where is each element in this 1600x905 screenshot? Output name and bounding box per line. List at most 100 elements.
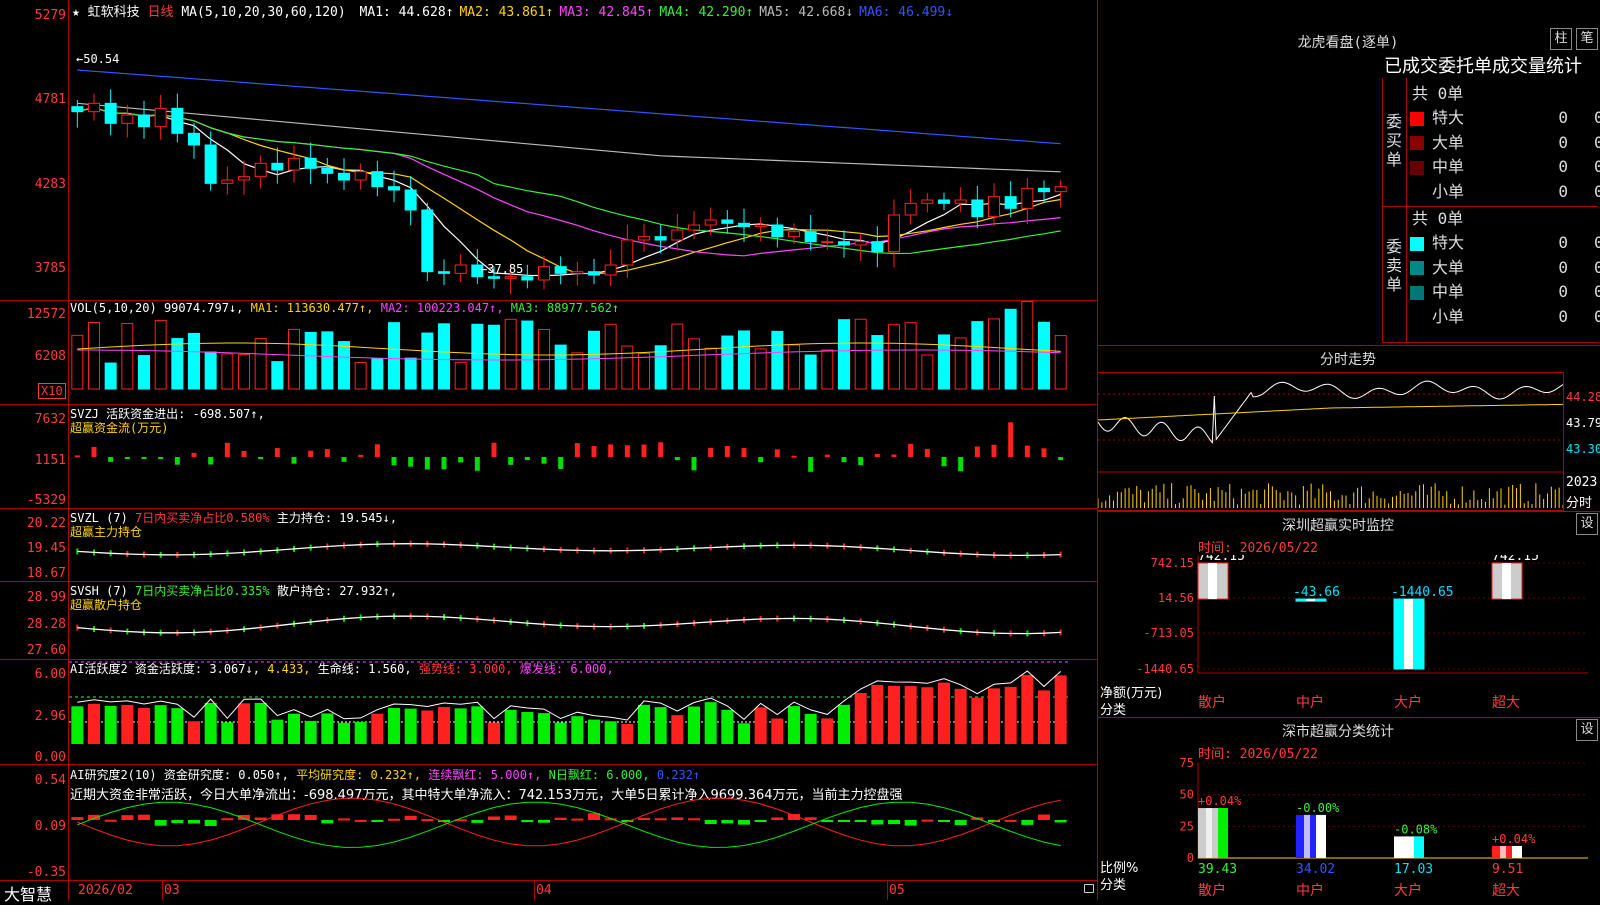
volume-bar: [604, 323, 617, 390]
intraday-box: [1098, 372, 1564, 511]
ai-active-bar: [471, 706, 484, 744]
ai-research-ytick: 0.54: [34, 773, 66, 788]
longhu-row: 大单 0 0%: [1410, 254, 1600, 278]
svzj-bar: [274, 448, 280, 457]
longhu-row: 中单 0 0%: [1410, 278, 1600, 302]
vol-ytick: 12572: [26, 307, 66, 322]
svzj-ytick: 1151: [34, 453, 66, 468]
monitor-bar-chart[interactable]: 742.15 14.56 -713.05 -1440.65 742.15 散户 -43.66…: [1098, 555, 1600, 715]
bar-mode-button[interactable]: 柱: [1550, 28, 1572, 50]
longhu-header: 已成交委托单成交量统计: [1384, 56, 1582, 77]
svzj-bar: [224, 442, 230, 457]
monitor-bar-highlight: [1502, 563, 1511, 600]
volume-bar: [454, 361, 467, 390]
candle-body: [688, 224, 700, 231]
svzj-bar-chart[interactable]: [69, 405, 1097, 508]
sell-side-label: 委卖单: [1386, 237, 1403, 294]
ai-research-bar: [338, 818, 350, 821]
svzj-bar: [1024, 445, 1030, 457]
ai-research-bar: [721, 820, 734, 824]
candle-body: [904, 202, 917, 216]
candle-body: [388, 186, 400, 191]
svzj-bar: [341, 457, 347, 462]
intraday-vol-sub: 分时: [1566, 496, 1593, 511]
classify-value-label: 34.02: [1296, 862, 1335, 877]
candle-body: [621, 239, 634, 266]
ai-active-bar-chart[interactable]: [69, 660, 1097, 764]
monitor-settings-button[interactable]: 设: [1576, 513, 1598, 535]
svzj-bar: [891, 454, 897, 457]
svzj-bar: [541, 457, 547, 464]
candle-body: [204, 144, 217, 184]
longhu-total: 共 0单: [1412, 84, 1464, 103]
candle-body: [521, 276, 534, 281]
ai-active-bar: [154, 705, 167, 744]
svzj-bar: [608, 444, 614, 457]
lock-icon: [1084, 884, 1094, 893]
longhu-row-count: 0: [1558, 306, 1568, 326]
price-candlestick-chart[interactable]: [69, 0, 1097, 300]
candle-body: [138, 114, 150, 128]
longhu-row-pct: 0%: [1594, 181, 1600, 201]
svzj-bar: [91, 446, 97, 457]
price-ytick: 4781: [34, 92, 66, 107]
longhu-row-count: 0: [1558, 233, 1568, 252]
ai-research-chart[interactable]: [69, 766, 1097, 880]
svsh-ytick: 28.99: [26, 590, 66, 605]
ai-research-ytick: -0.35: [26, 865, 66, 880]
monitor-title: 深圳超赢实时监控: [1282, 518, 1394, 534]
volume-chart[interactable]: [69, 301, 1097, 404]
candle-body: [754, 224, 767, 228]
ai-research-bar: [838, 820, 850, 822]
ai-research-bar: [421, 819, 434, 822]
volume-bar: [354, 362, 367, 390]
ai-active-bar: [1004, 686, 1017, 744]
monitor-category: 大户: [1394, 694, 1422, 711]
volume-bar: [988, 318, 1000, 390]
ai-research-bar: [254, 817, 267, 820]
classify-bar-chart[interactable]: 75 50 25 0 +0.04% 39.43 散户 -0.00% 34.02 中户 -0.08% 1…: [1098, 755, 1600, 900]
volume-bar: [921, 354, 934, 390]
ai-active-bar: [771, 718, 784, 744]
volume-bar: [1021, 301, 1034, 390]
longhu-row: 特大 0 0%: [1410, 104, 1600, 128]
candle-body: [738, 222, 750, 228]
candle-body: [604, 264, 617, 276]
ai-active-bar: [138, 708, 150, 744]
ai-active-bar: [254, 702, 267, 744]
vol-unit-badge[interactable]: X10: [38, 383, 66, 399]
ai-active-bar: [354, 721, 367, 744]
tick-mode-button[interactable]: 笔: [1576, 28, 1598, 50]
volume-bar: [254, 338, 267, 390]
ai-active-bar: [538, 713, 550, 744]
low-price-label: ←37.85: [480, 262, 524, 276]
intraday-ytick: 44.28: [1566, 390, 1600, 404]
svzj-bar: [574, 443, 580, 457]
volume-bar: [638, 352, 650, 390]
svzl-ytick: 20.22: [26, 516, 66, 531]
ai-research-bar: [654, 818, 667, 821]
svzl-line: [77, 543, 1061, 557]
classify-bar-highlight: [1500, 845, 1506, 858]
ai-research-bar: [1021, 820, 1034, 825]
classify-settings-button[interactable]: 设: [1576, 719, 1598, 741]
svzj-bar: [324, 449, 330, 457]
left-chart-area[interactable]: ★ 虹软科技 日线 MA(5,10,20,30,60,120) MA1: 44.…: [0, 0, 1098, 904]
x-label: 2026/02: [78, 883, 133, 898]
candle-body: [538, 266, 550, 281]
svzl-ytick: 18.67: [26, 566, 66, 581]
ai-active-bar: [571, 716, 584, 744]
candle-body: [488, 276, 500, 279]
candle-body: [421, 209, 434, 273]
svzj-bar: [424, 457, 430, 470]
ai-active-bar: [704, 702, 717, 744]
monitor-ytick: 742.15: [1151, 556, 1194, 570]
svzl-line-chart[interactable]: [69, 509, 1097, 581]
ai-research-bar: [354, 819, 367, 822]
svsh-line-chart[interactable]: [69, 582, 1097, 659]
ai-research-bar: [671, 817, 684, 820]
ai-research-bar: [804, 817, 817, 820]
svzj-ytick: -5329: [26, 493, 66, 508]
volume-bar: [221, 353, 234, 390]
ai-active-bar: [88, 703, 100, 744]
